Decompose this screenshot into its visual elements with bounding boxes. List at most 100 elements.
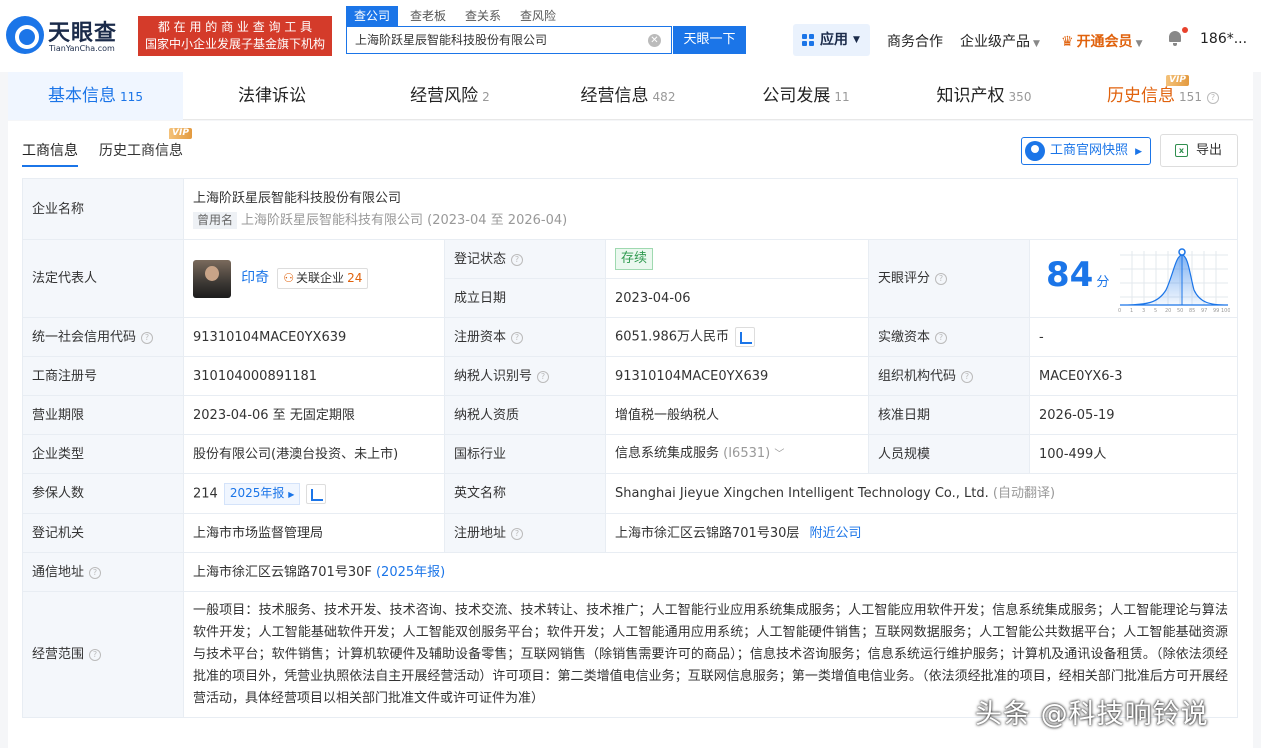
crown-icon: ♛ (1061, 34, 1074, 50)
label-company-type: 企业类型 (22, 434, 184, 474)
slogan-banner[interactable]: 都 在 用 的 商 业 查 询 工 具 国家中小企业发展子基金旗下机构 (138, 16, 332, 56)
tab-development[interactable]: 公司发展 11 (717, 72, 895, 120)
credit-code[interactable]: 91310104MACE0YX639 (183, 317, 445, 357)
tab-legal[interactable]: 法律诉讼 (183, 72, 361, 120)
search-tab-boss[interactable]: 查老板 (410, 6, 446, 26)
legal-rep-name[interactable]: 印奇 (241, 270, 269, 286)
search-tab-relation[interactable]: 查关系 (465, 6, 501, 26)
export-button[interactable]: x 导出 (1160, 134, 1238, 167)
search-tab-company[interactable]: 查公司 (346, 6, 399, 26)
table-row: 工商注册号 310104000891181 纳税人识别号? 91310104MA… (22, 356, 1238, 396)
related-label: 关联企业 (296, 271, 345, 285)
contact-address[interactable]: 上海市徐汇区云锦路701号30F (193, 565, 372, 580)
label-reg-authority: 登记机关 (22, 513, 184, 553)
clear-search-icon[interactable]: ✕ (648, 34, 661, 47)
help-icon[interactable]: ? (511, 331, 524, 344)
logo[interactable]: 天眼查 TianYanCha.com (6, 12, 132, 58)
industry-cell[interactable]: 信息系统集成服务 (I6531) ﹀ (605, 434, 869, 474)
status-badge: 存续 (615, 248, 654, 270)
tab-operation[interactable]: 经营信息 482 (539, 72, 717, 120)
axis-tick: 20 (1165, 308, 1171, 314)
org-code[interactable]: MACE0YX6-3 (1029, 356, 1238, 396)
label-score: 天眼评分? (868, 239, 1030, 318)
label-english-name: 英文名称 (444, 473, 606, 514)
label-reg-status: 登记状态? (444, 239, 606, 279)
insured-year-button[interactable]: 2025年报 ▶ (223, 482, 301, 505)
tab-label: 历史信息 (1107, 86, 1176, 106)
help-icon[interactable]: ? (537, 370, 550, 383)
caret-right-icon: ▶ (288, 489, 295, 499)
notification-dot (1182, 27, 1188, 33)
table-row: 法定代表人 印奇 ⚇ 关联企业 24 登记状态? 存续 天眼评分? 84 分 0… (22, 239, 1238, 318)
contact-year-link[interactable]: (2025年报) (376, 565, 445, 580)
insured-chart-icon[interactable] (306, 483, 327, 504)
vip-badge: VIP (1166, 75, 1189, 86)
search-tab-risk[interactable]: 查风险 (520, 6, 556, 26)
contact-address-cell: 上海市徐汇区云锦路701号30F (2025年报) (183, 552, 1238, 592)
help-icon[interactable]: ? (961, 370, 974, 383)
help-icon[interactable]: ? (511, 253, 524, 266)
official-snapshot-button[interactable]: 工商官网快照 ▶ (1021, 137, 1151, 165)
label-staff-size: 人员规模 (868, 434, 1030, 474)
business-info-table: 企业名称 上海阶跃星辰智能科技股份有限公司 曾用名 上海阶跃星辰智能科技有限公司 … (22, 178, 1238, 718)
label-text: 统一社会信用代码 (32, 329, 137, 345)
logo-text: 天眼查 (48, 21, 118, 46)
biz-term: 2023-04-06 至 无固定期限 (183, 395, 445, 435)
search-input-value: 上海阶跃星辰智能科技股份有限公司 (355, 33, 548, 47)
industry-code: (I6531) (723, 446, 771, 461)
reg-address-cell: 上海市徐汇区云锦路701号30层 附近公司 (605, 513, 1238, 553)
bell-icon[interactable] (1167, 30, 1183, 46)
tab-history[interactable]: 历史信息 151? (1073, 72, 1253, 120)
score-value: 84 (1046, 254, 1094, 295)
person-icon (1025, 141, 1045, 161)
score-distribution-chart: 0 1 3 5 20 50 85 97 99 100 (1118, 248, 1230, 314)
label-paid-capital: 实缴资本? (868, 317, 1030, 357)
tab-basic-info[interactable]: 基本信息 115 (8, 72, 183, 120)
company-type: 股份有限公司(港澳台投资、未上市) (183, 434, 445, 474)
tab-ip[interactable]: 知识产权 350 (895, 72, 1073, 120)
axis-tick: 85 (1189, 308, 1195, 314)
nav-enterprise-products[interactable]: 企业级产品 ▼ (960, 31, 1040, 51)
help-icon[interactable]: ? (935, 273, 948, 285)
tab-risk[interactable]: 经营风险 2 (361, 72, 539, 120)
company-name[interactable]: 上海阶跃星辰智能科技股份有限公司 (193, 189, 1228, 208)
nav-user-account[interactable]: 186*... (1200, 31, 1247, 47)
search-button[interactable]: 天眼一下 (673, 26, 746, 54)
label-text: 天眼评分 (878, 271, 931, 286)
apps-button[interactable]: 应用 ▼ (793, 24, 870, 56)
nearby-companies-link[interactable]: 附近公司 (810, 526, 862, 541)
label-industry: 国标行业 (444, 434, 606, 474)
help-icon[interactable]: ? (89, 566, 102, 579)
help-icon[interactable]: ? (511, 527, 524, 540)
nav-open-vip[interactable]: ♛ 开通会员 ▼ (1061, 31, 1142, 51)
score-cell[interactable]: 84 分 0 1 3 5 20 50 85 97 99 100 (1029, 239, 1238, 318)
reg-address[interactable]: 上海市徐汇区云锦路701号30层 (615, 526, 799, 541)
avatar[interactable] (193, 259, 231, 298)
help-icon[interactable]: ? (141, 331, 154, 344)
reg-capital-cell: 6051.986万人民币 (605, 317, 869, 357)
table-row: 登记机关 上海市市场监督管理局 注册地址? 上海市徐汇区云锦路701号30层 附… (22, 513, 1238, 553)
subtab-history-business[interactable]: 历史工商信息 (99, 140, 183, 160)
taxpayer-id[interactable]: 91310104MACE0YX639 (605, 356, 869, 396)
capital-chart-icon[interactable] (735, 327, 756, 347)
nav-cooperation[interactable]: 商务合作 (887, 31, 943, 51)
slogan-line2: 国家中小企业发展子基金旗下机构 (144, 37, 325, 51)
help-icon[interactable]: ? (935, 331, 948, 344)
tab-label: 知识产权 (936, 86, 1005, 106)
related-count: 24 (347, 271, 363, 285)
table-row: 通信地址? 上海市徐汇区云锦路701号30F (2025年报) (22, 552, 1238, 592)
axis-tick: 99 (1213, 308, 1219, 314)
search-input[interactable]: 上海阶跃星辰智能科技股份有限公司 ✕ (346, 26, 672, 54)
help-icon[interactable]: ? (89, 649, 102, 661)
subtab-business-info[interactable]: 工商信息 (22, 140, 78, 160)
biz-reg-no[interactable]: 310104000891181 (183, 356, 445, 396)
tab-count: 11 (834, 90, 850, 104)
axis-tick: 0 (1118, 308, 1121, 314)
label-contact-address: 通信地址? (22, 552, 184, 592)
related-companies-button[interactable]: ⚇ 关联企业 24 (277, 268, 369, 289)
label-reg-address: 注册地址? (444, 513, 606, 553)
english-name[interactable]: Shanghai Jieyue Xingchen Intelligent Tec… (615, 486, 989, 501)
logo-eye-icon (6, 16, 44, 54)
year-label: 2025年报 (229, 485, 285, 500)
paid-capital: - (1029, 317, 1238, 357)
